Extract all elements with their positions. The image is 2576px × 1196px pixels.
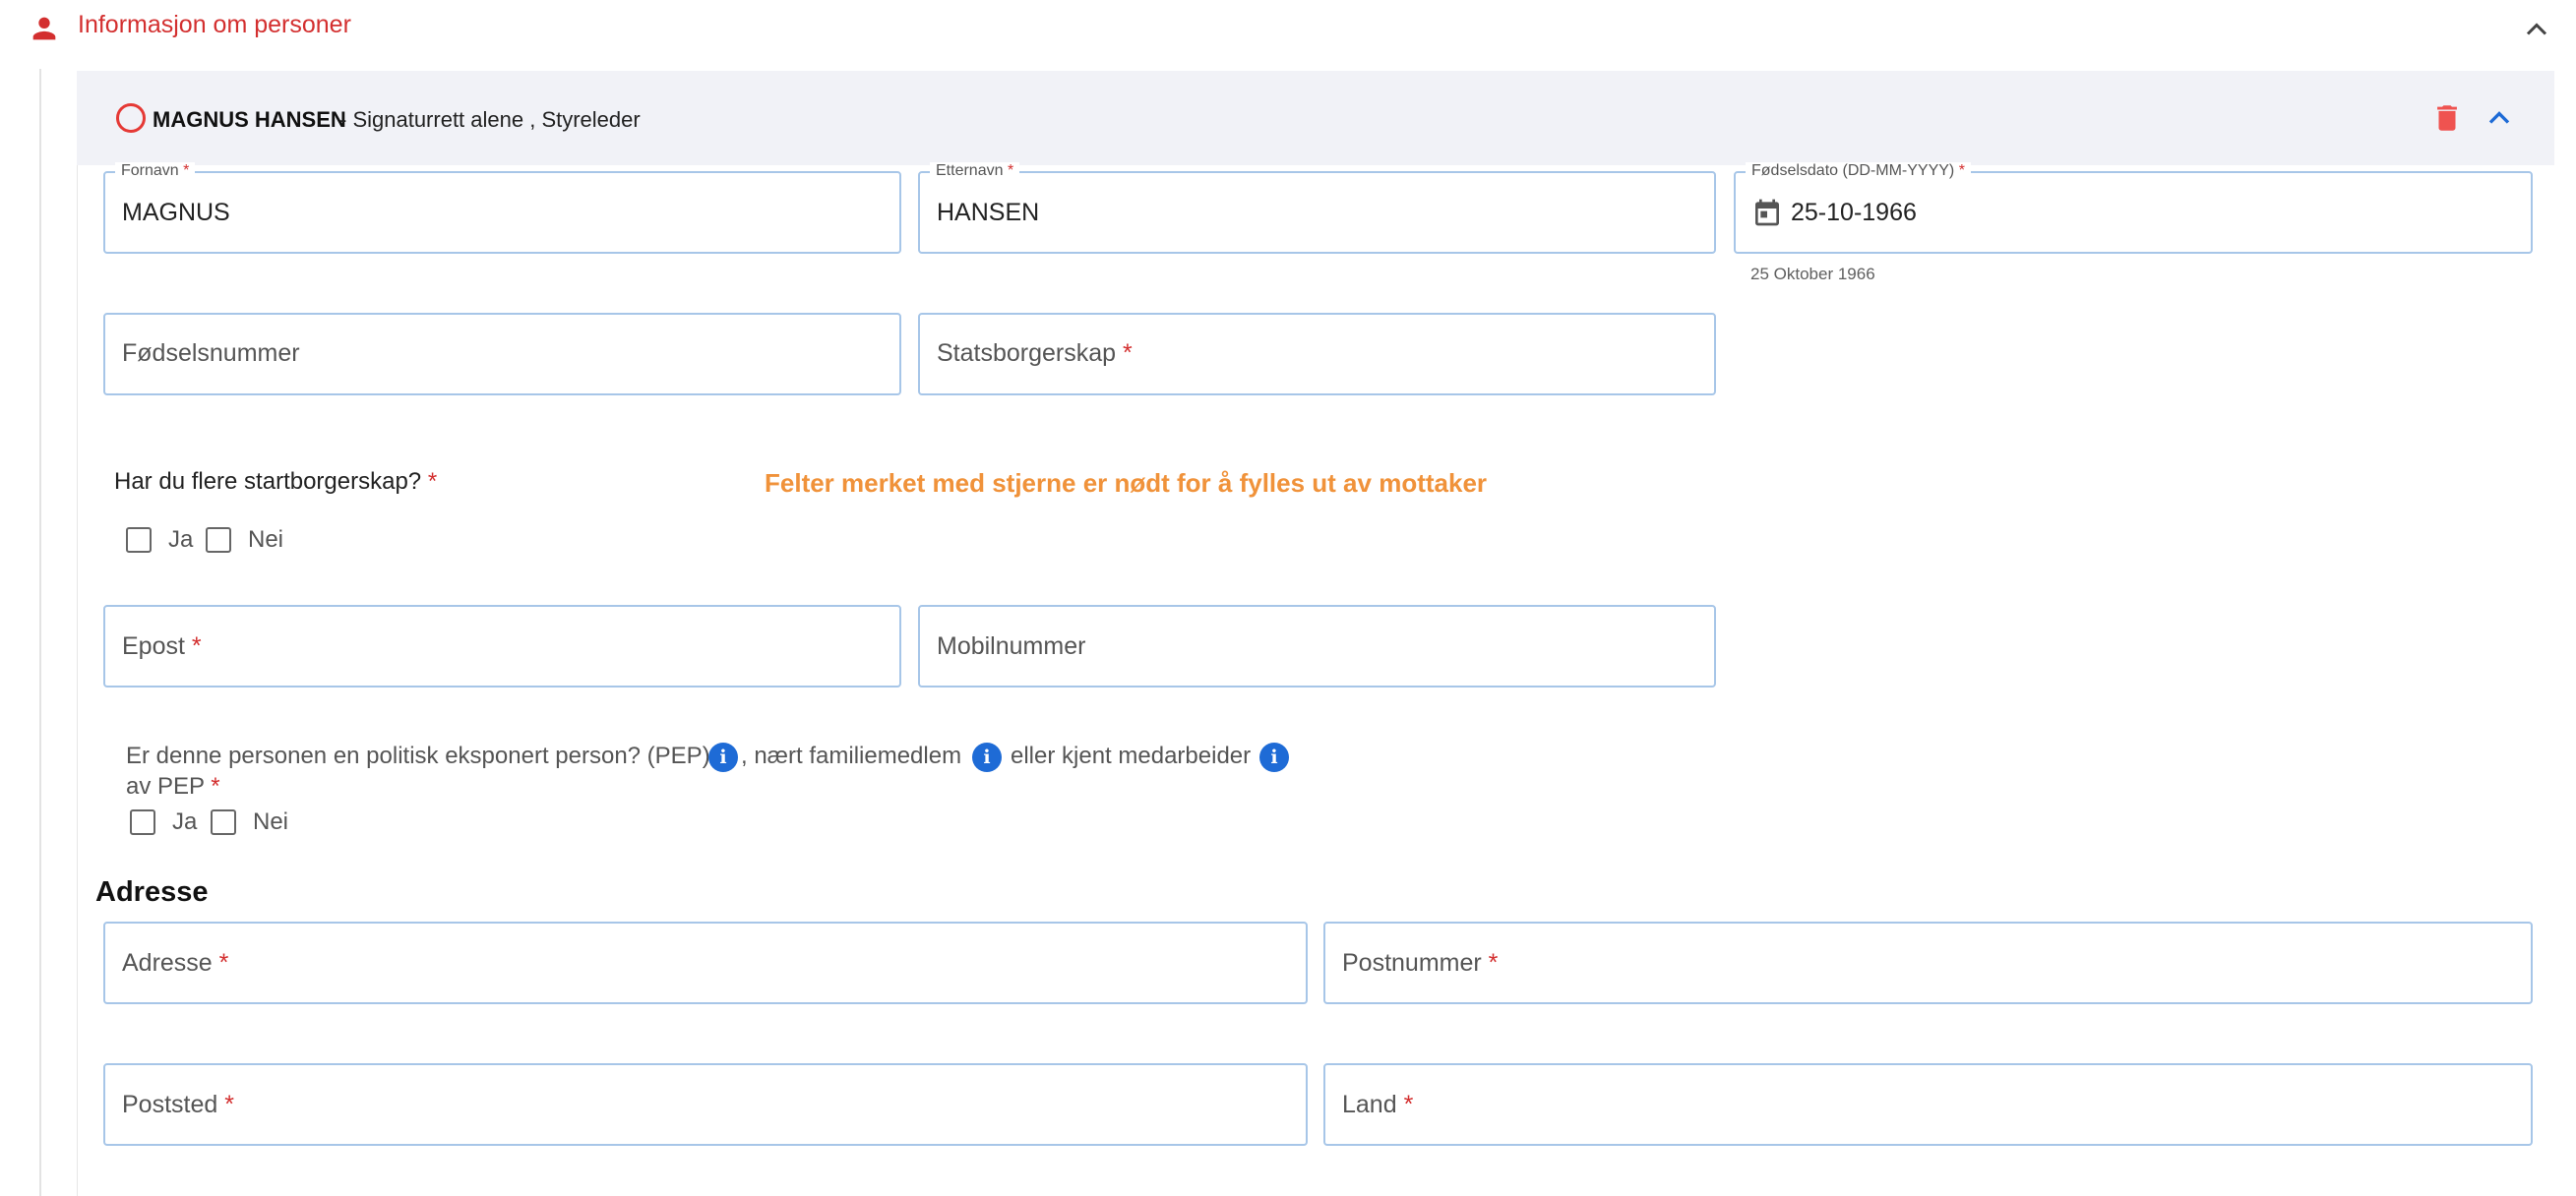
pep-yes-label: Ja (172, 808, 198, 835)
birth-date-helper: 25 Oktober 1966 (1750, 265, 1875, 283)
citizenship-yes-label: Ja (168, 526, 194, 553)
pep-yes-checkbox[interactable] (130, 809, 155, 835)
person-icon (32, 17, 56, 40)
national-id-placeholder: Fødselsnummer (122, 339, 300, 367)
info-icon[interactable]: i (708, 743, 738, 772)
country-placeholder: Land * (1342, 1091, 1414, 1118)
postal-code-field[interactable] (1323, 922, 2533, 1004)
citizenship-placeholder: Statsborgerskap * (937, 339, 1133, 367)
email-placeholder: Epost * (122, 632, 202, 660)
last-name-value: HANSEN (937, 199, 1040, 226)
pep-no-label: Nei (253, 808, 289, 835)
section-title: Informasjon om personer (78, 11, 351, 38)
pep-question-part1: Er denne personen en politisk eksponert … (126, 743, 710, 769)
citizenship-no-label: Nei (248, 526, 284, 553)
citizenship-yes-checkbox[interactable] (126, 527, 152, 553)
first-name-label: Fornavn * (115, 162, 196, 180)
city-field[interactable] (103, 1063, 1308, 1146)
address-field[interactable] (103, 922, 1308, 1004)
chevron-up-icon[interactable] (2482, 100, 2517, 136)
city-placeholder: Poststed * (122, 1091, 234, 1118)
email-field[interactable] (103, 605, 901, 688)
pep-question-line2: av PEP * (126, 773, 220, 800)
pep-question-part3: eller kjent medarbeider (1011, 743, 1252, 769)
person-name: MAGNUS HANSEN (153, 107, 346, 132)
calendar-icon[interactable] (1751, 197, 1783, 228)
citizenship-no-checkbox[interactable] (206, 527, 231, 553)
last-name-label: Etternavn * (930, 162, 1020, 180)
mobile-placeholder: Mobilnummer (937, 632, 1086, 660)
trash-icon[interactable] (2430, 100, 2464, 136)
required-fields-notice: Felter merket med stjerne er nødt for å … (765, 468, 1488, 498)
chevron-up-icon[interactable] (2519, 12, 2554, 47)
tree-line (39, 69, 41, 1196)
multiple-citizenship-question: Har du flere startborgerskap? * (114, 468, 438, 495)
pep-question-part2: , nært familiemedlem (741, 743, 962, 769)
info-icon[interactable]: i (1259, 743, 1289, 772)
status-circle-icon (116, 103, 146, 133)
birth-date-value: 25-10-1966 (1791, 199, 1917, 226)
birth-date-label: Fødselsdato (DD-MM-YYYY) * (1746, 162, 1971, 180)
address-heading: Adresse (95, 876, 209, 908)
pep-no-checkbox[interactable] (211, 809, 236, 835)
country-field[interactable] (1323, 1063, 2533, 1146)
postal-code-placeholder: Postnummer * (1342, 949, 1499, 977)
info-icon[interactable]: i (972, 743, 1002, 772)
first-name-value: MAGNUS (122, 199, 230, 226)
address-placeholder: Adresse * (122, 949, 229, 977)
person-roles: - Signaturrett alene , Styreleder (339, 107, 641, 132)
section-header[interactable] (0, 0, 2576, 59)
